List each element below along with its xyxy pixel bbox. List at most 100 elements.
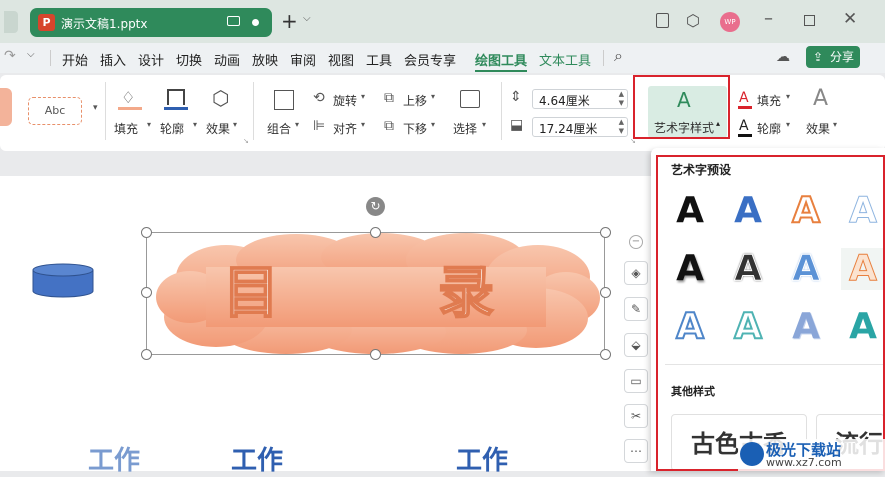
highlight-box [656,155,885,471]
text-effect-button[interactable]: 效果 [806,120,830,137]
text-outline-button[interactable]: 轮廓 [757,120,781,137]
menu-design[interactable]: 设计 [138,50,164,69]
spinner-arrows-icon[interactable]: ▲ ▼ [619,118,624,136]
shape-width-value: 17.24厘米 [539,122,598,136]
chevron-down-icon[interactable]: ▾ [833,120,837,129]
watermark-logo-icon [740,442,764,466]
shape-width-input[interactable]: 17.24厘米 ▲ ▼ [532,117,628,137]
menu-slideshow[interactable]: 放映 [252,50,278,69]
layers-icon[interactable]: ◈ [624,261,648,285]
chevron-down-icon[interactable]: ▾ [147,120,151,129]
chevron-down-icon[interactable]: ▾ [431,92,435,101]
fill-bucket-icon[interactable]: ♢ [121,88,135,107]
resize-handle-l[interactable] [141,287,152,298]
cloud-icon[interactable]: ☁ [776,49,790,65]
panel-layout-icon[interactable] [656,13,669,28]
monitor-icon[interactable] [227,16,240,26]
search-icon[interactable]: ⌕ [614,46,623,66]
cube-icon[interactable]: ⬡ [686,11,700,30]
menu-transition[interactable]: 切换 [176,50,202,69]
redo-icon[interactable]: ↷ [4,48,16,64]
send-backward-button[interactable]: 下移 [403,120,427,137]
more-icon[interactable]: ⋯ [624,439,648,463]
watermark: 极光下载站 www.xz7.com [738,439,885,471]
share-label: 分享 [829,50,854,64]
text-fill-button[interactable]: 填充 [757,92,781,109]
style-gallery-dropdown-icon[interactable]: ▾ [93,103,98,113]
chevron-down-icon[interactable]: ⌵ [303,13,311,24]
chevron-down-icon[interactable]: ▾ [482,120,486,129]
rotate-icon[interactable]: ⟲ [313,90,325,106]
maximize-icon[interactable] [804,15,815,26]
dialog-launcher-icon[interactable]: ↘ [243,137,249,145]
select-button[interactable]: 选择 [453,120,477,137]
send-backward-icon[interactable]: ⧉ [384,118,394,134]
chevron-down-icon[interactable]: ▾ [193,120,197,129]
outline-icon[interactable] [167,89,185,105]
bring-forward-button[interactable]: 上移 [403,92,427,109]
group-button[interactable]: 组合 [267,120,291,137]
menu-text-tools[interactable]: 文本工具 [539,50,591,69]
resize-handle-b[interactable] [370,349,381,360]
title-bar: P 演示文稿1.pptx + ⌵ ⬡ WP – ✕ [0,0,885,43]
agenda-item-3[interactable]: 工作 [456,440,508,477]
collapse-icon[interactable]: − [629,235,643,249]
cylinder-shape[interactable] [32,263,94,299]
bring-forward-icon[interactable]: ⧉ [384,90,394,106]
new-tab-plus-icon[interactable]: + [281,9,298,33]
chevron-down-icon[interactable]: ▾ [233,120,237,129]
agenda-item-1[interactable]: 工作 [88,440,140,477]
chevron-down-icon[interactable]: ▾ [786,120,790,129]
spinner-arrows-icon[interactable]: ▲ ▼ [619,90,624,108]
minimize-icon[interactable]: – [764,8,773,29]
rotate-button[interactable]: 旋转 [333,92,357,109]
menu-animation[interactable]: 动画 [214,50,240,69]
effect-cube-icon[interactable]: ⬡ [212,86,229,110]
effect-button[interactable]: 效果 [206,120,230,137]
share-button[interactable]: ⇪ 分享 [806,46,860,68]
fill-button[interactable]: 填充 [114,120,138,137]
shape-style-swatch[interactable] [0,88,12,126]
resize-handle-tl[interactable] [141,227,152,238]
prev-tab-edge[interactable] [4,11,18,33]
resize-handle-tr[interactable] [600,227,611,238]
shape-height-input[interactable]: 4.64厘米 ▲ ▼ [532,89,628,109]
outline-button[interactable]: 轮廓 [160,120,184,137]
shape-style-abc[interactable]: Abc [28,97,82,125]
screen-icon[interactable]: ▭ [624,369,648,393]
quick-access-chevron-icon[interactable]: ⌵ [27,49,35,60]
chevron-down-icon[interactable]: ▾ [361,92,365,101]
menu-member[interactable]: 会员专享 [404,50,456,69]
menu-review[interactable]: 审阅 [290,50,316,69]
align-icon[interactable]: ⊫ [313,118,325,134]
fill-icon[interactable]: ⬙ [624,333,648,357]
tools-icon[interactable]: ✂ [624,404,648,428]
resize-handle-r[interactable] [600,287,611,298]
document-tab[interactable]: P 演示文稿1.pptx [30,8,272,37]
align-button[interactable]: 对齐 [333,120,357,137]
resize-handle-bl[interactable] [141,349,152,360]
agenda-item-2[interactable]: 工作 [231,440,283,477]
resize-handle-br[interactable] [600,349,611,360]
menu-home[interactable]: 开始 [62,50,88,69]
avatar[interactable]: WP [720,12,740,32]
select-icon[interactable] [460,90,480,108]
chevron-down-icon[interactable]: ▾ [361,120,365,129]
menu-view[interactable]: 视图 [328,50,354,69]
chevron-down-icon[interactable]: ▾ [786,92,790,101]
pen-icon[interactable]: ✎ [624,297,648,321]
height-icon: ⇕ [510,89,522,105]
rotate-handle-icon[interactable]: ↻ [366,197,385,216]
text-effect-icon[interactable]: A [813,86,828,111]
menu-drawing-tools[interactable]: 绘图工具 [475,50,527,69]
close-icon[interactable]: ✕ [843,9,857,29]
chevron-down-icon[interactable]: ▾ [431,120,435,129]
group-icon[interactable] [274,90,294,110]
resize-handle-t[interactable] [370,227,381,238]
text-outline-icon[interactable]: A [739,118,749,134]
chevron-down-icon[interactable]: ▾ [295,120,299,129]
menu-insert[interactable]: 插入 [100,50,126,69]
menu-tools[interactable]: 工具 [366,50,392,69]
text-fill-icon[interactable]: A [739,90,749,106]
divider [603,50,604,66]
